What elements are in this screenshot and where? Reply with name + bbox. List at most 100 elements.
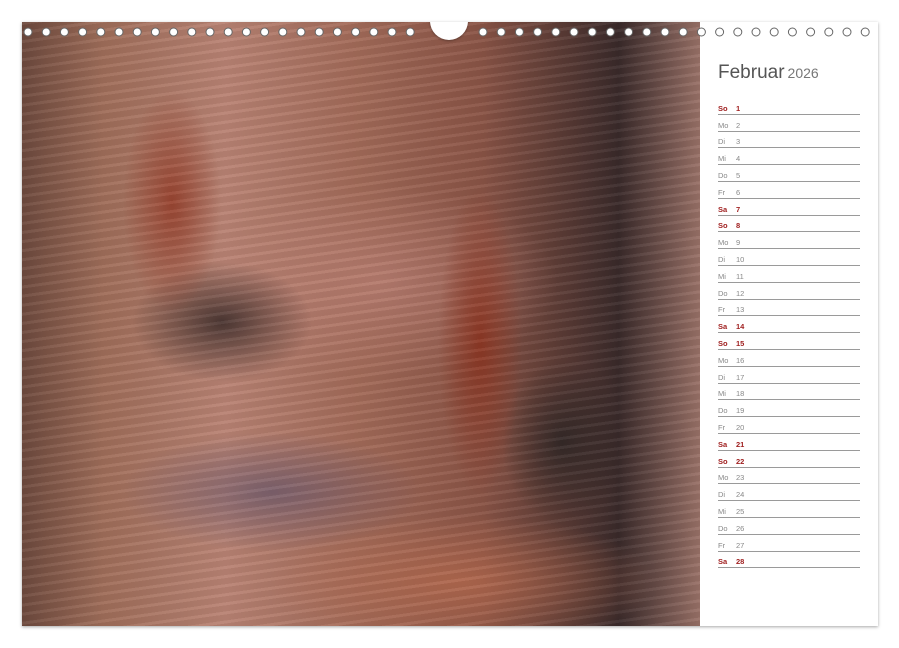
binding-ring — [150, 27, 160, 37]
day-number: 19 — [736, 406, 745, 416]
day-row: Di 10 — [718, 249, 860, 266]
day-row: Di 3 — [718, 132, 860, 149]
day-number: 17 — [736, 372, 745, 382]
binding-ring — [533, 27, 543, 37]
weekday-label: Sa — [718, 439, 728, 449]
binding-ring — [715, 27, 725, 37]
weekday-label: So — [718, 456, 728, 466]
weekday-label: Di — [718, 137, 726, 147]
binding-ring — [59, 27, 69, 37]
binding-ring — [223, 27, 233, 37]
binding-ring — [806, 27, 816, 37]
binding-ring — [41, 27, 51, 37]
day-row: So 8 — [718, 216, 860, 233]
day-number: 23 — [736, 473, 745, 483]
day-number: 1 — [736, 103, 741, 113]
day-number: 21 — [736, 439, 745, 449]
day-number: 26 — [736, 523, 745, 533]
weekday-label: Di — [718, 254, 726, 264]
binding-ring — [205, 27, 215, 37]
day-row: Di 17 — [718, 367, 860, 384]
binding-ring — [351, 27, 361, 37]
binding-ring — [260, 27, 270, 37]
day-number: 2 — [736, 120, 741, 130]
binding-ring — [751, 27, 761, 37]
weekday-label: Mi — [718, 389, 726, 399]
day-row: Mo 23 — [718, 468, 860, 485]
day-row: Sa 21 — [718, 434, 860, 451]
binding-ring — [824, 27, 834, 37]
day-row: Mo 2 — [718, 115, 860, 132]
weekday-label: Mi — [718, 506, 726, 516]
weekday-label: So — [718, 103, 728, 113]
weekday-label: Mi — [718, 271, 726, 281]
binding-ring — [678, 27, 688, 37]
binding-ring — [733, 27, 743, 37]
binding-ring — [624, 27, 634, 37]
binding-ring — [314, 27, 324, 37]
day-row: Fr 20 — [718, 417, 860, 434]
weekday-label: Mo — [718, 473, 729, 483]
day-row: So 22 — [718, 451, 860, 468]
binding-ring — [842, 27, 852, 37]
month-calendar: Februar 2026 So 1 Mo 2 Di 3 Mi 4 Do 5 Fr 6 Sa 7 So 8 Mo 9 D… — [718, 62, 860, 569]
month-title: Februar 2026 — [718, 62, 860, 84]
day-row: Sa 14 — [718, 316, 860, 334]
day-number: 4 — [736, 154, 741, 164]
binding-ring — [551, 27, 561, 37]
binding-ring — [332, 27, 342, 37]
day-number: 22 — [736, 456, 745, 466]
weekday-label: Do — [718, 170, 728, 180]
weekday-label: Do — [718, 406, 728, 416]
binding-ring — [605, 27, 615, 37]
bark-photo — [22, 22, 700, 626]
binding-ring — [860, 27, 870, 37]
day-row: Fr 27 — [718, 535, 860, 552]
weekday-label: Fr — [718, 540, 726, 550]
day-number: 28 — [736, 557, 745, 567]
binding-ring — [478, 27, 488, 37]
day-number: 8 — [736, 221, 741, 231]
day-number: 27 — [736, 540, 745, 550]
binding-ring — [187, 27, 197, 37]
day-row: Di 24 — [718, 484, 860, 502]
weekday-label: Di — [718, 490, 726, 500]
weekday-label: Mo — [718, 238, 729, 248]
day-row: Do 26 — [718, 518, 860, 535]
day-row: Sa 28 — [718, 552, 860, 569]
day-row: Sa 7 — [718, 199, 860, 216]
day-row: Mi 25 — [718, 501, 860, 518]
binding-ring — [769, 27, 779, 37]
weekday-label: Sa — [718, 322, 728, 332]
day-number: 6 — [736, 187, 741, 197]
day-row: Fr 13 — [718, 300, 860, 317]
month-name: Februar — [718, 62, 785, 83]
weekday-label: Mo — [718, 120, 729, 130]
binding-ring — [660, 27, 670, 37]
binding-ring — [241, 27, 251, 37]
binding-ring — [78, 27, 88, 37]
day-row: Mo 9 — [718, 232, 860, 250]
day-row: Mi 18 — [718, 384, 860, 401]
binding-ring — [696, 27, 706, 37]
weekday-label: Mi — [718, 154, 726, 164]
binding-ring — [405, 27, 415, 37]
binding-ring — [278, 27, 288, 37]
day-number: 12 — [736, 288, 745, 298]
day-row: So 15 — [718, 333, 860, 350]
day-number: 15 — [736, 338, 745, 348]
day-row: Do 5 — [718, 165, 860, 182]
day-row: Do 12 — [718, 283, 860, 300]
day-number: 7 — [736, 204, 741, 214]
binding-ring — [787, 27, 797, 37]
day-row: Mo 16 — [718, 350, 860, 367]
day-row: Fr 6 — [718, 182, 860, 199]
day-number: 10 — [736, 254, 745, 264]
weekday-label: Fr — [718, 305, 726, 315]
binding-ring — [296, 27, 306, 37]
weekday-label: Do — [718, 523, 728, 533]
day-row: Mi 4 — [718, 148, 860, 166]
day-number: 14 — [736, 322, 745, 332]
binding-ring — [23, 27, 33, 37]
day-number: 20 — [736, 422, 745, 432]
